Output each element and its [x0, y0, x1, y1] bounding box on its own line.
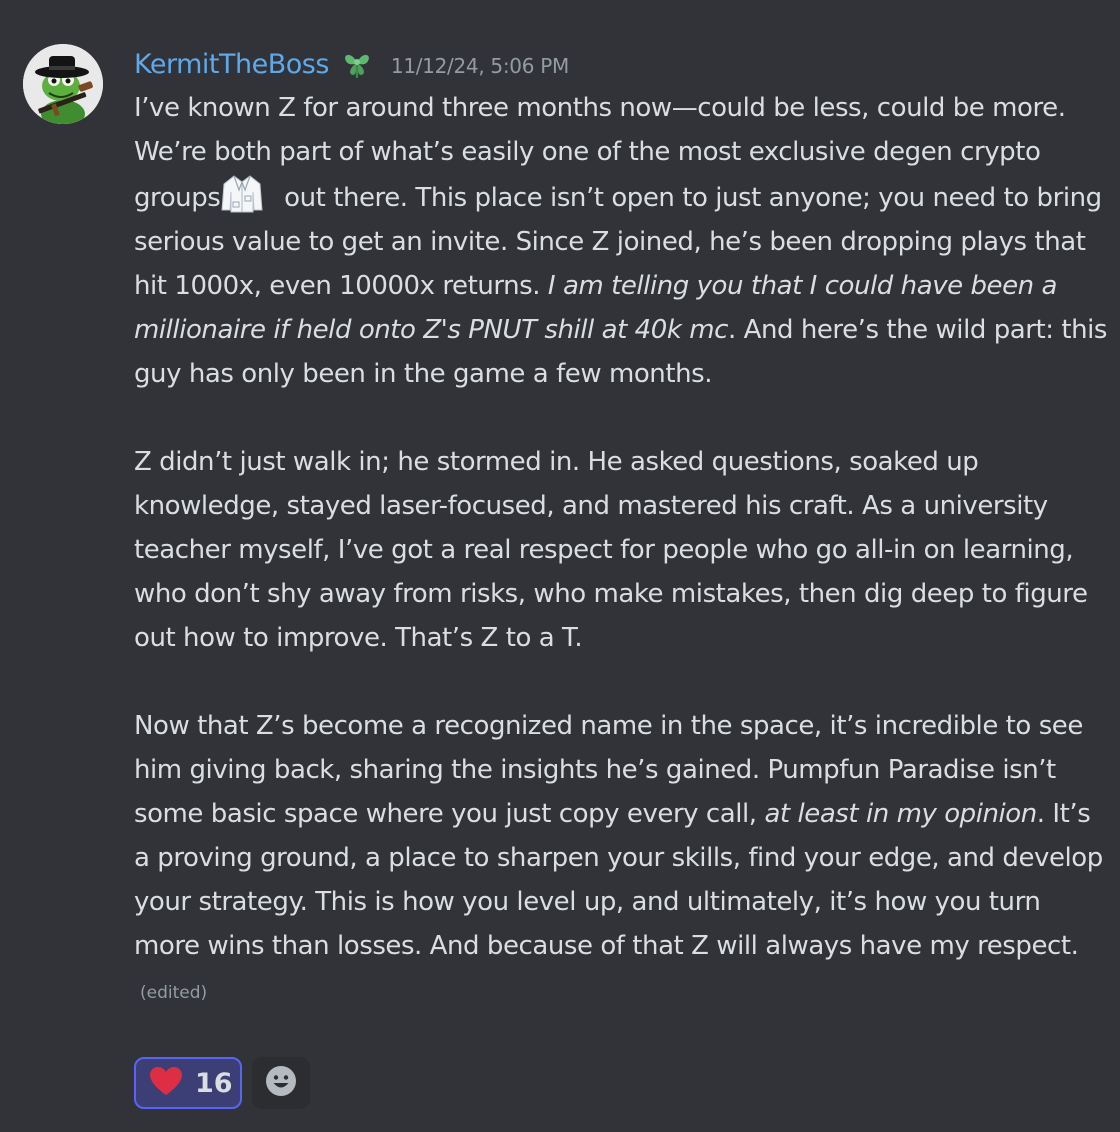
lab-coat-icon[interactable]	[220, 174, 264, 214]
avatar[interactable]	[23, 44, 103, 124]
green-flower-role-icon[interactable]	[339, 46, 375, 82]
reactions-bar: 16	[134, 1057, 310, 1109]
smiley-face-icon	[265, 1065, 297, 1101]
reaction-count: 16	[195, 1067, 233, 1099]
message-text: Z didn’t just walk in; he stormed in. He…	[134, 447, 1088, 653]
message-italic-text: at least in my opinion	[764, 799, 1037, 829]
message-paragraph: Now that Z’s become a recognized name in…	[134, 704, 1109, 1015]
heart-reaction-button[interactable]: 16	[134, 1057, 242, 1109]
red-heart-icon	[149, 1066, 183, 1100]
timestamp: 11/12/24, 5:06 PM	[390, 54, 569, 78]
message-paragraph: Z didn’t just walk in; he stormed in. He…	[134, 440, 1109, 660]
message-paragraph: I’ve known Z for around three months now…	[134, 86, 1109, 396]
add-reaction-button[interactable]	[252, 1057, 310, 1109]
frog-avatar-icon	[23, 44, 103, 124]
message-header: KermitTheBoss 11/12/24, 5:06 PM	[134, 44, 569, 84]
username[interactable]: KermitTheBoss	[134, 49, 329, 80]
chat-message: KermitTheBoss 11/12/24, 5:06 PM I’ve kno…	[0, 0, 1120, 1132]
message-content: I’ve known Z for around three months now…	[134, 86, 1109, 1015]
edited-label: (edited)	[140, 983, 208, 1003]
